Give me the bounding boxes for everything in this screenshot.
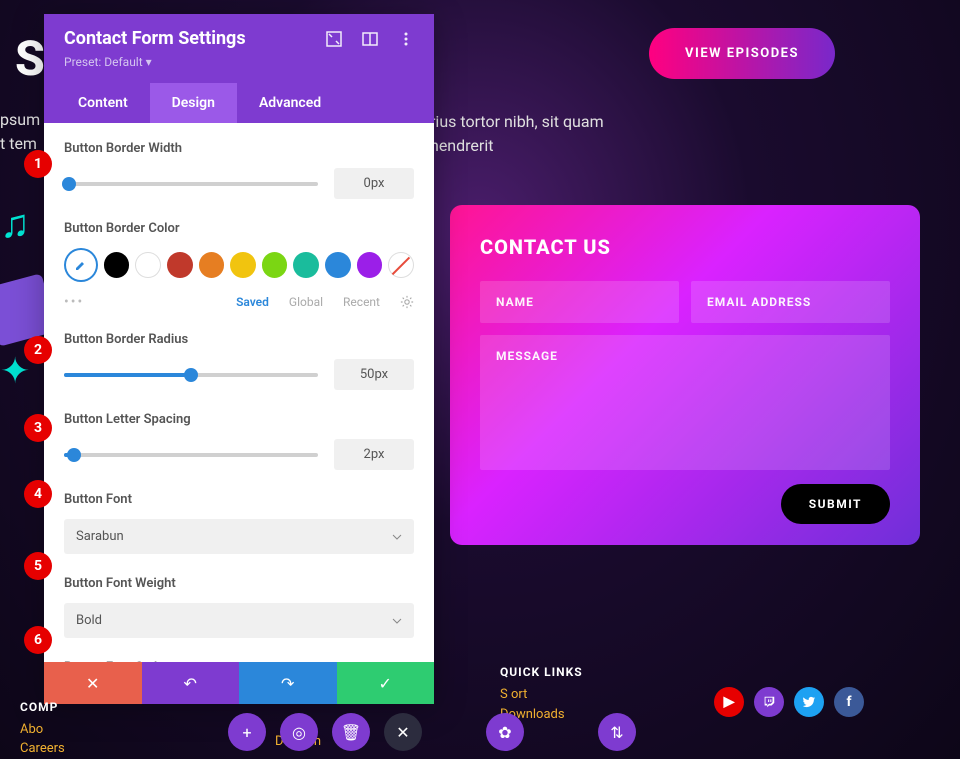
cancel-button[interactable]: ✕: [44, 662, 142, 704]
undo-button[interactable]: ↶: [142, 662, 240, 704]
color-green[interactable]: [262, 252, 288, 278]
border-radius-slider[interactable]: [64, 373, 318, 377]
panel-body: Button Border Width Button Border Color: [44, 123, 434, 662]
font-select[interactable]: Sarabun: [64, 519, 414, 554]
contact-heading: CONTACT US: [480, 235, 890, 259]
font-weight-select[interactable]: Bold: [64, 603, 414, 638]
tab-advanced[interactable]: Advanced: [237, 83, 343, 123]
view-episodes-button[interactable]: VIEW EPISODES: [649, 28, 835, 79]
font-label: Button Font: [64, 492, 414, 507]
sort-float-button[interactable]: ⇅: [598, 713, 636, 751]
add-button[interactable]: +: [228, 713, 266, 751]
letter-spacing-slider[interactable]: [64, 453, 318, 457]
color-none[interactable]: [388, 252, 414, 278]
panel-header: Contact Form Settings Preset: Default ▾: [44, 14, 434, 83]
annotation-1: 1: [24, 150, 52, 178]
color-orange[interactable]: [199, 252, 225, 278]
page-body-text: rius tortor nibh, sit quam hendrerit: [430, 110, 610, 158]
annotation-5: 5: [24, 552, 52, 580]
annotation-3: 3: [24, 414, 52, 442]
youtube-icon[interactable]: ▶: [714, 687, 744, 717]
submit-button[interactable]: SUBMIT: [781, 484, 890, 524]
decoration-music-note: ♫: [0, 200, 30, 247]
preset-label[interactable]: Preset: Default ▾: [64, 55, 414, 69]
color-tab-global[interactable]: Global: [289, 295, 323, 309]
trash-button[interactable]: 🗑: [332, 713, 370, 751]
letter-spacing-label: Button Letter Spacing: [64, 412, 414, 427]
border-width-value[interactable]: [334, 168, 414, 199]
panel-title: Contact Form Settings: [64, 28, 246, 49]
target-button[interactable]: ◎: [280, 713, 318, 751]
email-input[interactable]: [691, 281, 890, 323]
border-width-slider[interactable]: [64, 182, 318, 186]
twitch-icon[interactable]: [754, 687, 784, 717]
lorem-fragment-2: t tem: [0, 134, 37, 153]
more-colors-icon[interactable]: •••: [64, 294, 84, 310]
color-red[interactable]: [167, 252, 193, 278]
border-color-label: Button Border Color: [64, 221, 414, 236]
more-icon[interactable]: [398, 31, 414, 47]
expand-icon[interactable]: [326, 31, 342, 47]
annotation-2: 2: [24, 336, 52, 364]
color-white[interactable]: [135, 252, 161, 278]
color-black[interactable]: [104, 252, 130, 278]
letter-spacing-value[interactable]: [334, 439, 414, 470]
footer-link-careers[interactable]: Careers: [20, 739, 65, 759]
contact-form: CONTACT US SUBMIT: [450, 205, 920, 545]
gear-icon[interactable]: [400, 295, 414, 309]
save-button[interactable]: ✓: [337, 662, 435, 704]
border-width-label: Button Border Width: [64, 141, 414, 156]
tab-content[interactable]: Content: [56, 83, 150, 123]
redo-button[interactable]: ↷: [239, 662, 337, 704]
settings-panel: Contact Form Settings Preset: Default ▾ …: [44, 14, 434, 704]
tab-design[interactable]: Design: [150, 83, 237, 123]
annotation-6: 6: [24, 626, 52, 654]
quick-links-title: QUICK LINKS: [500, 665, 583, 679]
columns-icon[interactable]: [362, 31, 378, 47]
color-blue[interactable]: [325, 252, 351, 278]
tabs: Content Design Advanced: [44, 83, 434, 123]
border-radius-label: Button Border Radius: [64, 332, 414, 347]
floating-toolbar: + ◎ 🗑 ✕: [228, 713, 422, 751]
color-purple[interactable]: [357, 252, 383, 278]
border-radius-value[interactable]: [334, 359, 414, 390]
close-toolbar-button[interactable]: ✕: [384, 713, 422, 751]
lorem-fragment-1: psum: [0, 110, 40, 129]
settings-float-button[interactable]: ✿: [486, 713, 524, 751]
color-yellow[interactable]: [230, 252, 256, 278]
footer-company-title: COMP: [20, 700, 65, 714]
social-buttons: ▶ f: [714, 687, 864, 717]
annotation-4: 4: [24, 480, 52, 508]
name-input[interactable]: [480, 281, 679, 323]
color-tab-recent[interactable]: Recent: [343, 295, 380, 309]
eyedropper-button[interactable]: [64, 248, 98, 282]
message-textarea[interactable]: [480, 335, 890, 470]
footer-link-about[interactable]: Abo: [20, 720, 65, 740]
color-tab-saved[interactable]: Saved: [236, 295, 269, 309]
panel-footer: ✕ ↶ ↷ ✓: [44, 662, 434, 704]
font-weight-label: Button Font Weight: [64, 576, 414, 591]
color-teal[interactable]: [293, 252, 319, 278]
footer-link-support[interactable]: S ort: [500, 685, 583, 705]
twitter-icon[interactable]: [794, 687, 824, 717]
facebook-icon[interactable]: f: [834, 687, 864, 717]
